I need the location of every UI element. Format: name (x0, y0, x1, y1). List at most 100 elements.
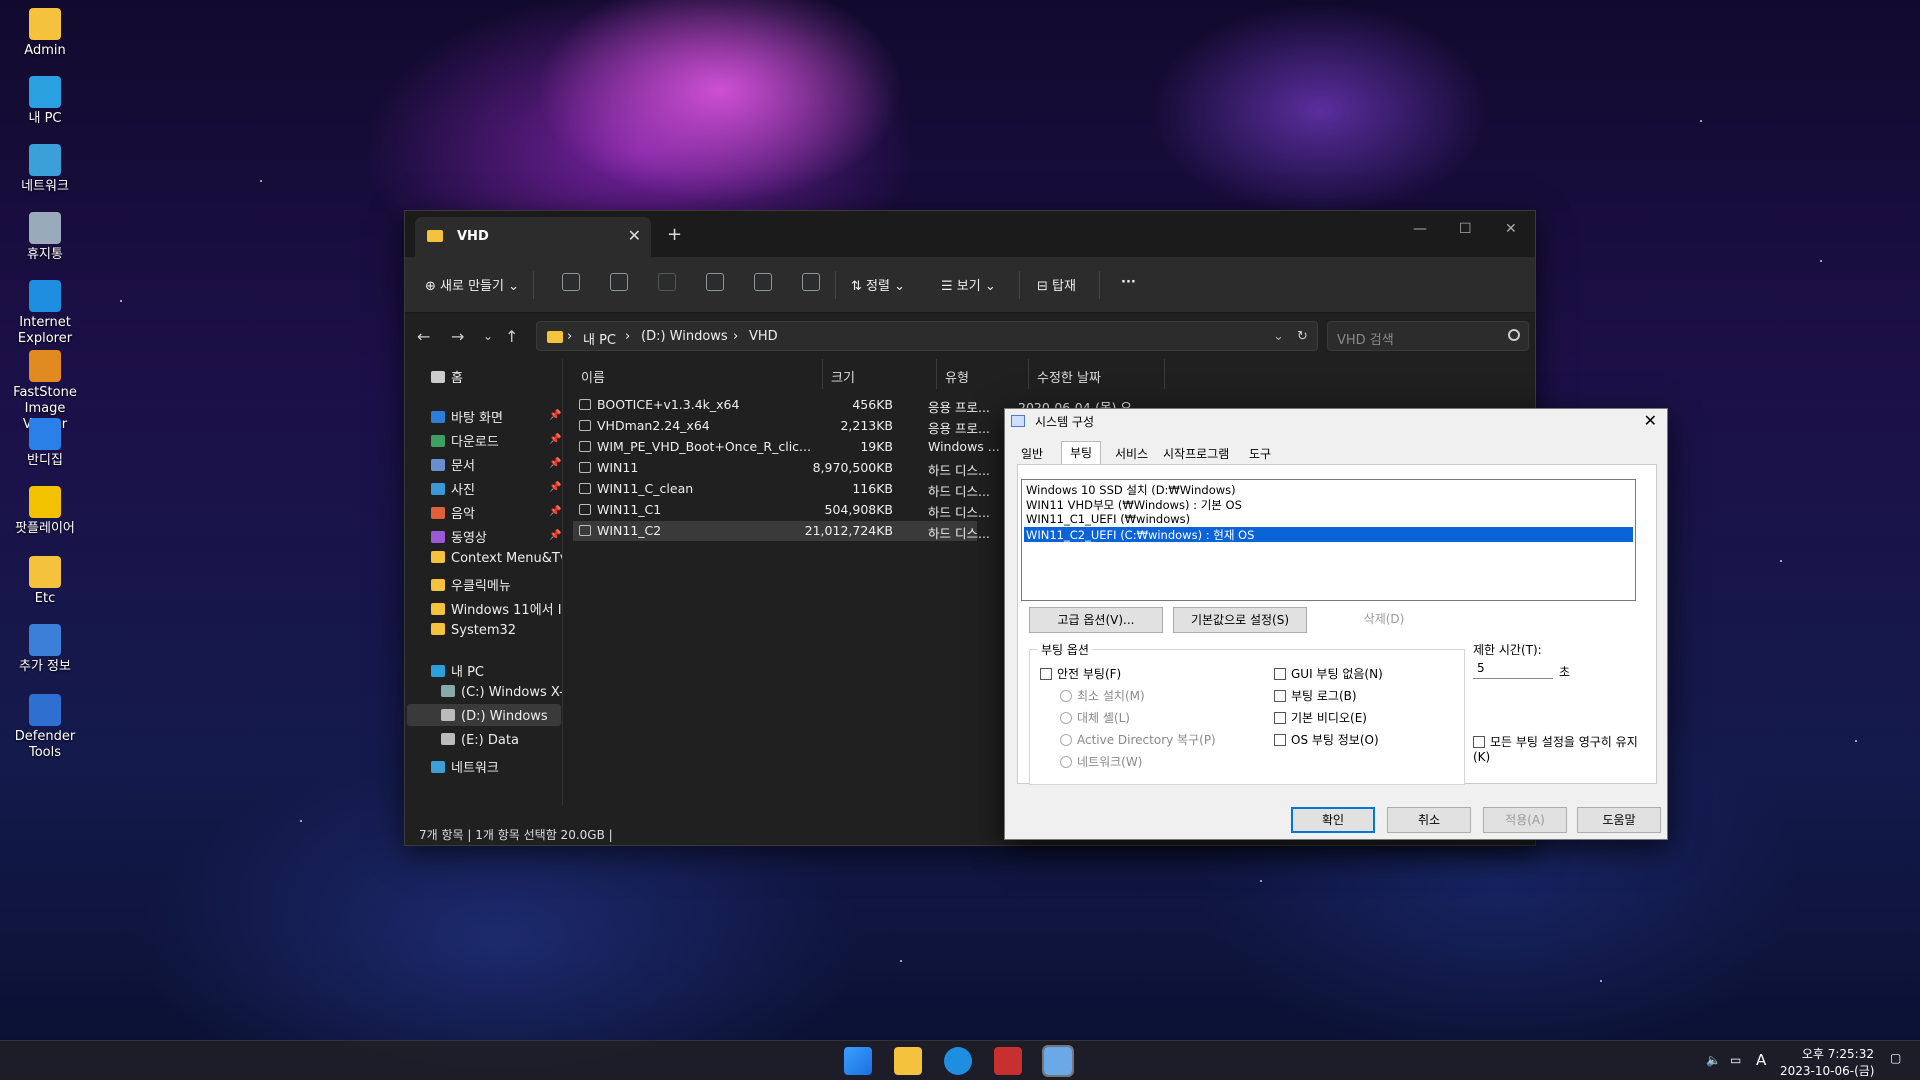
tab-vhd[interactable]: VHD ✕ (415, 217, 651, 257)
delete-button[interactable]: 삭제(D) (1317, 607, 1451, 633)
file-row[interactable]: WIN11_C1 504,908KB 하드 디스... (573, 500, 990, 520)
nav-item[interactable]: 음악 (431, 503, 475, 522)
desktop-icon[interactable]: Internet Explorer (6, 280, 84, 347)
desktop-icon[interactable]: 네트워크 (6, 144, 84, 195)
more-button[interactable]: ··· (1121, 275, 1136, 290)
file-row[interactable]: WIN11_C_clean 116KB 하드 디스... (573, 479, 990, 499)
boot-log-checkbox[interactable]: 부팅 로그(B) (1274, 687, 1357, 704)
desktop-icon[interactable]: Defender Tools (6, 694, 84, 761)
cancel-button[interactable]: 취소 (1387, 807, 1471, 833)
forward-icon[interactable]: → (451, 327, 464, 346)
ime-indicator[interactable]: A (1756, 1051, 1766, 1069)
os-list-item[interactable]: Windows 10 SSD 설치 (D:₩Windows) (1024, 482, 1633, 497)
file-row[interactable]: WIN11_C2 21,012,724KB 하드 디스... (573, 521, 990, 541)
nav-item[interactable]: (C:) Windows X-L (441, 685, 562, 700)
nav-item[interactable]: 홈 (431, 367, 463, 386)
file-explorer-icon[interactable] (894, 1047, 922, 1075)
tab-tools[interactable]: 도구 (1249, 445, 1271, 462)
network-icon[interactable]: ▭ (1730, 1053, 1741, 1067)
back-icon[interactable]: ← (417, 327, 430, 346)
maximize-button[interactable]: ☐ (1459, 221, 1472, 237)
search-input[interactable]: VHD 검색 (1327, 321, 1529, 351)
minimize-button[interactable]: — (1413, 221, 1427, 237)
delete-icon[interactable] (802, 273, 820, 291)
column-type[interactable]: 유형 (937, 359, 1029, 389)
desktop-icon[interactable]: Etc (6, 556, 84, 607)
clock-time[interactable]: 오후 7:25:32 (1780, 1045, 1874, 1062)
nav-item[interactable]: 내 PC (431, 661, 484, 680)
nav-item[interactable]: Windows 11에서 I (431, 599, 562, 618)
search-icon[interactable] (1508, 329, 1520, 341)
paste-icon[interactable] (658, 273, 676, 291)
internet-explorer-icon[interactable] (944, 1047, 972, 1075)
copy-icon[interactable] (610, 273, 628, 291)
nav-item[interactable]: 우클릭메뉴 (431, 575, 511, 594)
no-gui-boot-checkbox[interactable]: GUI 부팅 없음(N) (1274, 665, 1383, 682)
msconfig-taskbar-icon[interactable] (1042, 1045, 1074, 1077)
ad-repair-radio[interactable]: Active Directory 복구(P) (1060, 731, 1216, 748)
new-tab-button[interactable]: + (667, 224, 682, 245)
address-dropdown-icon[interactable]: ⌄ (1273, 329, 1284, 344)
recent-chevron-icon[interactable]: ⌄ (483, 329, 493, 343)
make-permanent-checkbox[interactable]: 모든 부팅 설정을 영구히 유지(K) (1473, 733, 1653, 764)
desktop-icon[interactable]: 반디집 (6, 418, 84, 469)
alternate-shell-radio[interactable]: 대체 셸(L) (1060, 709, 1130, 726)
new-button[interactable]: ⊕ 새로 만들기 ⌄ (425, 275, 519, 294)
column-name[interactable]: 이름 (573, 359, 823, 389)
os-list-item[interactable]: WIN11 VHD부모 (₩Windows) : 기본 OS (1024, 497, 1633, 512)
view-button[interactable]: ☰ 보기 ⌄ (941, 275, 996, 294)
ok-button[interactable]: 확인 (1291, 807, 1375, 833)
close-window-button[interactable]: ✕ (1505, 221, 1517, 237)
nav-item[interactable]: 바탕 화면 (431, 407, 503, 426)
nav-item[interactable]: 네트워크 (431, 757, 499, 776)
start-icon[interactable] (844, 1047, 872, 1075)
refresh-icon[interactable]: ↻ (1297, 329, 1308, 344)
os-list-item[interactable]: WIN11_C2_UEFI (C:₩windows) : 현재 OS (1024, 527, 1633, 542)
apply-button[interactable]: 적용(A) (1483, 807, 1567, 833)
breadcrumb-vhd[interactable]: VHD (749, 329, 778, 344)
nav-item[interactable]: (D:) Windows (441, 709, 548, 724)
os-boot-info-checkbox[interactable]: OS 부팅 정보(O) (1274, 731, 1379, 748)
nav-item[interactable]: 동영상 (431, 527, 487, 546)
column-size[interactable]: 크기 (823, 359, 937, 389)
breadcrumb-my-pc[interactable]: 내 PC (583, 329, 616, 348)
nav-item[interactable]: System32 (431, 623, 516, 638)
desktop-icon[interactable]: Admin (6, 8, 84, 59)
rename-icon[interactable] (706, 273, 724, 291)
share-icon[interactable] (754, 273, 772, 291)
mount-button[interactable]: ⊟ 탑재 (1037, 275, 1076, 294)
help-button[interactable]: 도움말 (1577, 807, 1661, 833)
cut-icon[interactable] (562, 273, 580, 291)
up-icon[interactable]: ↑ (505, 327, 518, 346)
desktop-icon[interactable]: 내 PC (6, 76, 84, 127)
desktop-icon[interactable]: 추가 정보 (6, 624, 84, 675)
desktop-icon[interactable]: 휴지통 (6, 212, 84, 263)
breadcrumb-d-windows[interactable]: (D:) Windows (641, 329, 728, 344)
nav-item[interactable]: (E:) Data (441, 733, 519, 748)
app-icon[interactable] (994, 1047, 1022, 1075)
timeout-input[interactable]: 5 (1473, 661, 1553, 679)
set-default-button[interactable]: 기본값으로 설정(S) (1173, 607, 1307, 633)
tab-startup[interactable]: 시작프로그램 (1163, 445, 1229, 462)
os-list-item[interactable]: WIN11_C1_UEFI (₩windows) (1024, 512, 1633, 527)
tab-general[interactable]: 일반 (1021, 445, 1043, 462)
file-row[interactable]: WIN11 8,970,500KB 하드 디스... (573, 458, 990, 478)
nav-item[interactable]: 다운로드 (431, 431, 499, 450)
minimal-radio[interactable]: 최소 설치(M) (1060, 687, 1145, 704)
column-date[interactable]: 수정한 날짜 (1029, 359, 1165, 389)
base-video-checkbox[interactable]: 기본 비디오(E) (1274, 709, 1367, 726)
advanced-options-button[interactable]: 고급 옵션(V)... (1029, 607, 1163, 633)
os-boot-list[interactable]: Windows 10 SSD 설치 (D:₩Windows) WIN11 VHD부… (1021, 479, 1636, 601)
desktop-icon[interactable]: 팟플레이어 (6, 486, 84, 537)
safe-boot-checkbox[interactable]: 안전 부팅(F) (1040, 665, 1121, 682)
sort-button[interactable]: ⇅ 정렬 ⌄ (851, 275, 905, 294)
address-bar[interactable]: › 내 PC › (D:) Windows › VHD ⌄ ↻ (536, 321, 1318, 351)
file-row[interactable]: VHDman2.24_x64 2,213KB 응용 프로... (573, 416, 990, 436)
tab-services[interactable]: 서비스 (1115, 445, 1148, 462)
clock-date[interactable]: 2023-10-06-(금) (1780, 1062, 1874, 1079)
file-row[interactable]: WIM_PE_VHD_Boot+Once_R_clic... 19KB Window… (573, 437, 1000, 457)
tab-boot[interactable]: 부팅 (1061, 441, 1102, 465)
volume-icon[interactable]: 🔈 (1706, 1053, 1721, 1067)
nav-item[interactable]: 문서 (431, 455, 475, 474)
notification-icon[interactable]: ▢ (1890, 1051, 1901, 1065)
